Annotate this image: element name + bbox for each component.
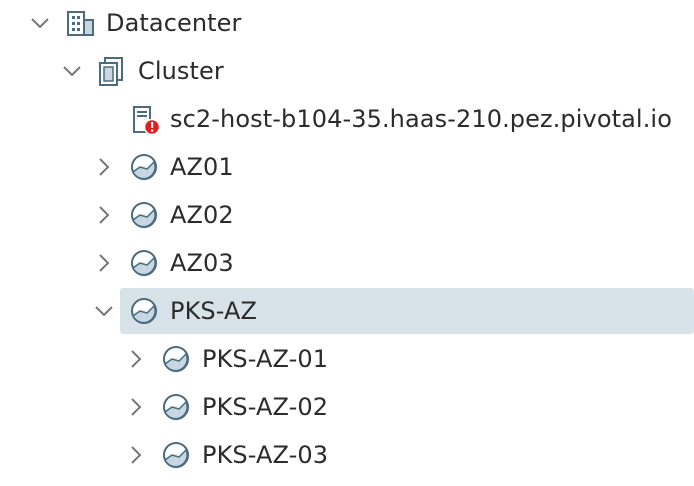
resource-pool-icon (128, 199, 160, 231)
resource-pool-icon (128, 247, 160, 279)
tree-node-label: Datacenter (106, 9, 242, 37)
tree-node-host[interactable]: sc2-host-b104-35.haas-210.pez.pivotal.io (0, 96, 694, 142)
tree-node-az02[interactable]: AZ02 (0, 192, 694, 238)
tree-node-label: AZ01 (170, 153, 234, 181)
tree-node-label: PKS-AZ-01 (202, 345, 329, 373)
chevron-right-icon[interactable] (93, 204, 115, 226)
tree-node-az01[interactable]: AZ01 (0, 144, 694, 190)
host-error-icon (130, 103, 162, 135)
tree-node-cluster[interactable]: Cluster (0, 48, 694, 94)
chevron-right-icon[interactable] (125, 396, 147, 418)
tree-node-label: Cluster (138, 57, 224, 85)
chevron-right-icon[interactable] (93, 156, 115, 178)
tree-node-label: AZ03 (170, 249, 234, 277)
resource-pool-icon (160, 343, 192, 375)
chevron-down-icon[interactable] (93, 300, 115, 322)
chevron-right-icon[interactable] (125, 444, 147, 466)
resource-pool-icon (128, 151, 160, 183)
resource-pool-icon (160, 391, 192, 423)
chevron-down-icon[interactable] (29, 12, 51, 34)
resource-pool-icon (160, 439, 192, 471)
resource-pool-icon (128, 295, 160, 327)
tree-node-label: AZ02 (170, 201, 234, 229)
tree-node-pks-az[interactable]: PKS-AZ (0, 288, 694, 334)
cluster-icon (96, 55, 128, 87)
tree-node-label: sc2-host-b104-35.haas-210.pez.pivotal.io (170, 105, 672, 133)
tree-node-pks-az-02[interactable]: PKS-AZ-02 (0, 384, 694, 430)
inventory-tree: Datacenter Cluster sc2-host-b104-35.haas… (0, 0, 694, 486)
tree-node-pks-az-01[interactable]: PKS-AZ-01 (0, 336, 694, 382)
datacenter-icon (64, 7, 96, 39)
tree-node-datacenter[interactable]: Datacenter (0, 0, 694, 46)
tree-node-az03[interactable]: AZ03 (0, 240, 694, 286)
chevron-right-icon[interactable] (93, 252, 115, 274)
chevron-right-icon[interactable] (125, 348, 147, 370)
tree-node-label: PKS-AZ (170, 297, 258, 325)
tree-node-pks-az-03[interactable]: PKS-AZ-03 (0, 432, 694, 478)
tree-node-label: PKS-AZ-02 (202, 393, 329, 421)
chevron-down-icon[interactable] (61, 60, 83, 82)
tree-node-label: PKS-AZ-03 (202, 441, 329, 469)
